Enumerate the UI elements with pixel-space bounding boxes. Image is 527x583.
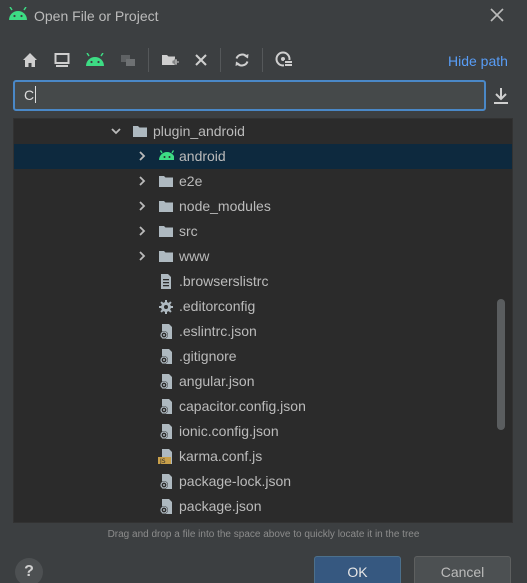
- tree-row[interactable]: .eslintrc.json: [14, 319, 512, 344]
- toolbar-separator: [148, 48, 149, 72]
- folder-icon: [159, 176, 173, 187]
- tree-row[interactable]: package.json: [14, 494, 512, 519]
- tree-row-label: plugin_android: [153, 123, 245, 139]
- tree-row-label: .browserslistrc: [179, 273, 269, 289]
- folder-icon: [159, 226, 173, 237]
- delete-icon: [195, 54, 207, 66]
- path-input-value: C: [24, 87, 35, 103]
- toolbar: Hide path: [0, 44, 527, 74]
- folder-icon: [133, 126, 147, 137]
- toolbar-separator: [262, 48, 263, 72]
- tree-row-label: e2e: [179, 173, 203, 189]
- new-folder-icon: [162, 55, 179, 66]
- tree-row-label: src: [179, 223, 198, 239]
- module-icon: [121, 55, 135, 66]
- title-bar: Open File or Project: [0, 0, 527, 34]
- tree-row[interactable]: package-lock.json: [14, 469, 512, 494]
- refresh-button[interactable]: [231, 49, 253, 71]
- chevron-right-icon[interactable]: [136, 150, 148, 162]
- tree-row[interactable]: capacitor.config.json: [14, 394, 512, 419]
- download-icon[interactable]: [492, 86, 510, 106]
- tree-row[interactable]: www: [14, 244, 512, 269]
- desktop-button[interactable]: [51, 49, 73, 71]
- tree-row[interactable]: JS karma.conf.js: [14, 444, 512, 469]
- drag-drop-hint: Drag and drop a file into the space abov…: [107, 529, 420, 540]
- chevron-down-icon[interactable]: [110, 125, 122, 137]
- file-tree[interactable]: plugin_androidandroid e2e node_modulessrc w…: [13, 118, 513, 523]
- chevron-right-icon[interactable]: [136, 200, 148, 212]
- android-icon: [86, 53, 104, 66]
- project-button[interactable]: [117, 49, 139, 71]
- json-file-icon: [160, 324, 172, 339]
- tree-row[interactable]: android: [14, 144, 512, 169]
- window-title: Open File or Project: [34, 8, 159, 24]
- chevron-right-icon[interactable]: [136, 225, 148, 237]
- delete-button[interactable]: [190, 49, 212, 71]
- android-sdk-button[interactable]: [84, 49, 106, 71]
- json-file-icon: [160, 349, 172, 364]
- json-file-icon: [160, 474, 172, 489]
- tree-row-label: angular.json: [179, 373, 255, 389]
- json-file-icon: [160, 399, 172, 414]
- android-folder-icon: [159, 150, 174, 160]
- json-file-icon: [160, 499, 172, 514]
- tree-row-label: ionic.config.json: [179, 423, 279, 439]
- hide-path-link[interactable]: Hide path: [448, 53, 508, 69]
- tree-row[interactable]: e2e: [14, 169, 512, 194]
- tree-row[interactable]: src: [14, 219, 512, 244]
- path-input[interactable]: C: [13, 80, 486, 111]
- tree-row-label: www: [179, 248, 210, 264]
- js-file-icon: JS: [158, 449, 172, 465]
- tree-scrollbar[interactable]: [497, 299, 505, 430]
- tree-row[interactable]: node_modules: [14, 194, 512, 219]
- folder-icon: [159, 251, 173, 262]
- tree-row-label: .editorconfig: [179, 298, 256, 314]
- toolbar-separator: [220, 48, 221, 72]
- desktop-icon: [54, 53, 70, 67]
- tree-row-label: karma.conf.js: [179, 448, 263, 464]
- tree-row-label: node_modules: [179, 198, 271, 214]
- show-hidden-button[interactable]: [273, 49, 295, 71]
- tree-row-label: capacitor.config.json: [179, 398, 306, 414]
- json-file-icon: [160, 424, 172, 439]
- android-icon: [9, 7, 27, 20]
- tree-row[interactable]: ionic.config.json: [14, 419, 512, 444]
- tree-row[interactable]: plugin_android: [14, 119, 512, 144]
- refresh-icon: [235, 53, 249, 67]
- tree-row-label: .gitignore: [179, 348, 237, 364]
- json-file-icon: [160, 374, 172, 389]
- home-button[interactable]: [19, 49, 41, 71]
- chevron-right-icon[interactable]: [136, 175, 148, 187]
- chevron-right-icon[interactable]: [136, 250, 148, 262]
- ok-button[interactable]: OK: [314, 556, 401, 583]
- tree-row[interactable]: .gitignore: [14, 344, 512, 369]
- tree-row[interactable]: .editorconfig: [14, 294, 512, 319]
- text-caret: [35, 86, 37, 103]
- show-hidden-icon: [275, 51, 292, 68]
- close-icon[interactable]: [487, 5, 507, 25]
- home-icon: [23, 53, 37, 67]
- text-file-icon: [161, 274, 171, 289]
- tree-row[interactable]: angular.json: [14, 369, 512, 394]
- cancel-button[interactable]: Cancel: [414, 556, 511, 583]
- gear-icon: [159, 300, 173, 314]
- tree-row[interactable]: .browserslistrc: [14, 269, 512, 294]
- svg-text:JS: JS: [159, 458, 166, 465]
- tree-row-label: package.json: [179, 498, 262, 514]
- new-folder-button[interactable]: [159, 49, 181, 71]
- tree-row-label: package-lock.json: [179, 473, 292, 489]
- folder-icon: [159, 201, 173, 212]
- tree-row-label: .eslintrc.json: [179, 323, 257, 339]
- help-button[interactable]: ?: [15, 558, 43, 583]
- tree-row-label: android: [179, 148, 226, 164]
